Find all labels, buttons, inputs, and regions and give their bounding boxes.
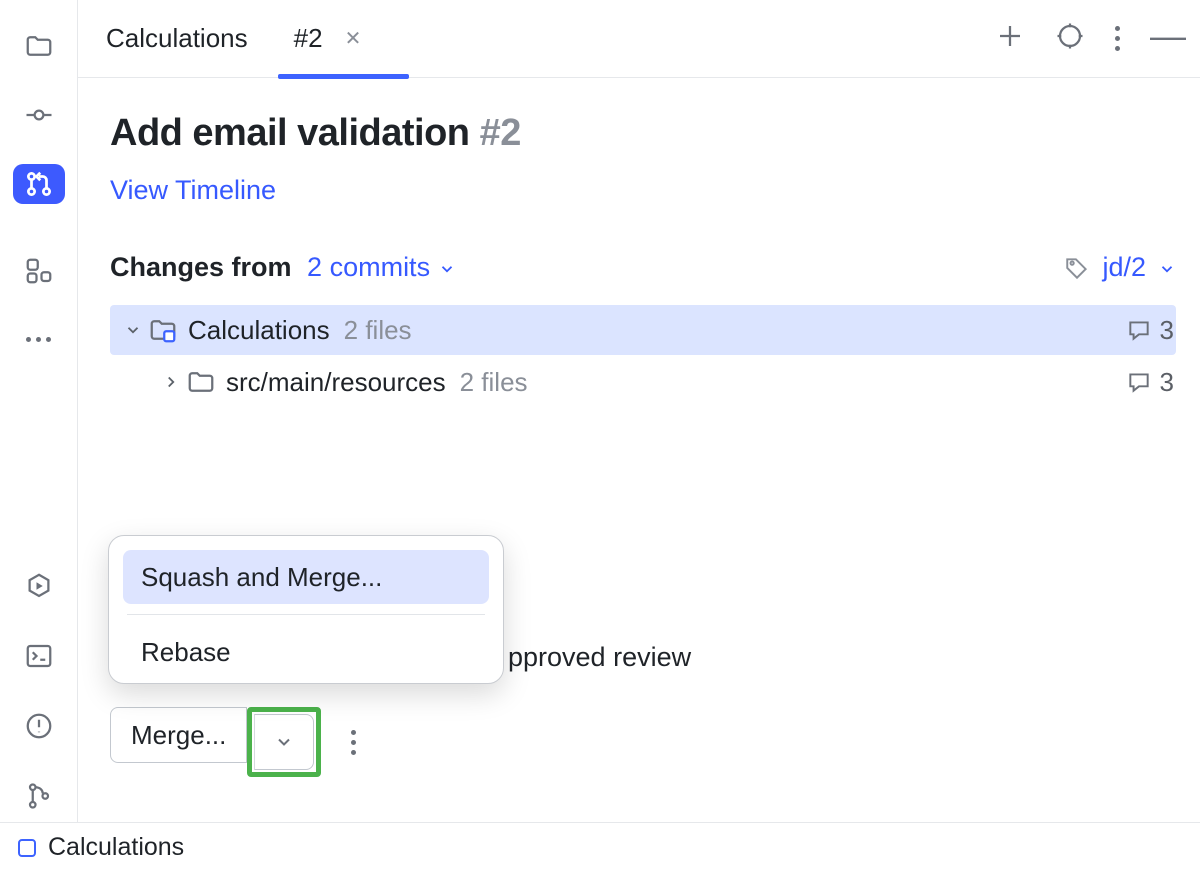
terminal-icon[interactable]: [13, 630, 65, 682]
comment-icon: [1126, 317, 1152, 343]
left-rail: [0, 0, 78, 822]
comments-count[interactable]: 3: [1126, 315, 1174, 346]
branch-name: jd/2: [1102, 252, 1146, 283]
pr-tab[interactable]: #2: [290, 23, 327, 54]
more-vertical-icon[interactable]: [351, 730, 356, 755]
pr-title-text: Add email validation: [110, 112, 470, 154]
folder-icon[interactable]: [13, 26, 65, 67]
chevron-right-icon[interactable]: [160, 373, 182, 391]
merge-options-popup: Squash and Merge... Rebase: [108, 535, 504, 684]
tree-row-count: 2 files: [460, 367, 528, 398]
branch-chip[interactable]: jd/2: [1064, 252, 1176, 283]
tree-row-name: Calculations: [188, 315, 330, 346]
run-icon[interactable]: [13, 560, 65, 612]
problems-icon[interactable]: [13, 700, 65, 752]
close-tab-icon[interactable]: ✕: [345, 26, 362, 51]
target-icon[interactable]: [1055, 21, 1085, 56]
chevron-down-icon: [274, 732, 294, 752]
more-horizontal-icon[interactable]: [13, 319, 65, 360]
menu-separator: [127, 614, 485, 615]
project-chip-icon: [18, 839, 36, 857]
changes-from: Changes from 2 commits: [110, 252, 456, 283]
merge-button[interactable]: Merge...: [110, 707, 247, 763]
review-status-partial: pproved review: [508, 642, 691, 673]
chevron-down-icon[interactable]: [122, 321, 144, 339]
structure-icon[interactable]: [13, 250, 65, 291]
pr-number: #2: [480, 112, 521, 154]
changes-from-label: Changes from: [110, 252, 292, 282]
tree-row-folder[interactable]: src/main/resources 2 files 3: [110, 357, 1176, 407]
statusbar: Calculations: [0, 822, 1200, 872]
commit-icon[interactable]: [13, 95, 65, 136]
chevron-down-icon: [1158, 252, 1176, 283]
vcs-icon[interactable]: [13, 770, 65, 822]
more-vertical-icon[interactable]: [1115, 26, 1120, 51]
status-project-name[interactable]: Calculations: [48, 833, 184, 862]
tabbar: Calculations #2 ✕ —: [78, 0, 1200, 78]
menu-item-squash-merge[interactable]: Squash and Merge...: [123, 550, 489, 604]
pull-request-icon[interactable]: [13, 164, 65, 205]
tree-row-name: src/main/resources: [226, 367, 446, 398]
comment-icon: [1126, 369, 1152, 395]
tag-icon: [1064, 255, 1090, 281]
merge-options-chevron[interactable]: [254, 714, 314, 770]
repo-folder-icon: [148, 315, 178, 345]
tree-row-count: 2 files: [344, 315, 412, 346]
menu-item-rebase[interactable]: Rebase: [123, 629, 489, 675]
chevron-down-icon: [438, 252, 456, 283]
highlight-box: [247, 707, 321, 777]
merge-split-button: Merge...: [110, 707, 321, 777]
view-timeline-link[interactable]: View Timeline: [110, 175, 1176, 206]
commits-dropdown[interactable]: 2 commits: [307, 252, 456, 282]
new-icon[interactable]: [995, 21, 1025, 56]
comments-count[interactable]: 3: [1126, 367, 1174, 398]
project-tab[interactable]: Calculations: [102, 23, 252, 54]
tree-row-repo[interactable]: Calculations 2 files 3: [110, 305, 1176, 355]
folder-icon: [186, 367, 216, 397]
pr-title: Add email validation #2: [110, 112, 1176, 155]
